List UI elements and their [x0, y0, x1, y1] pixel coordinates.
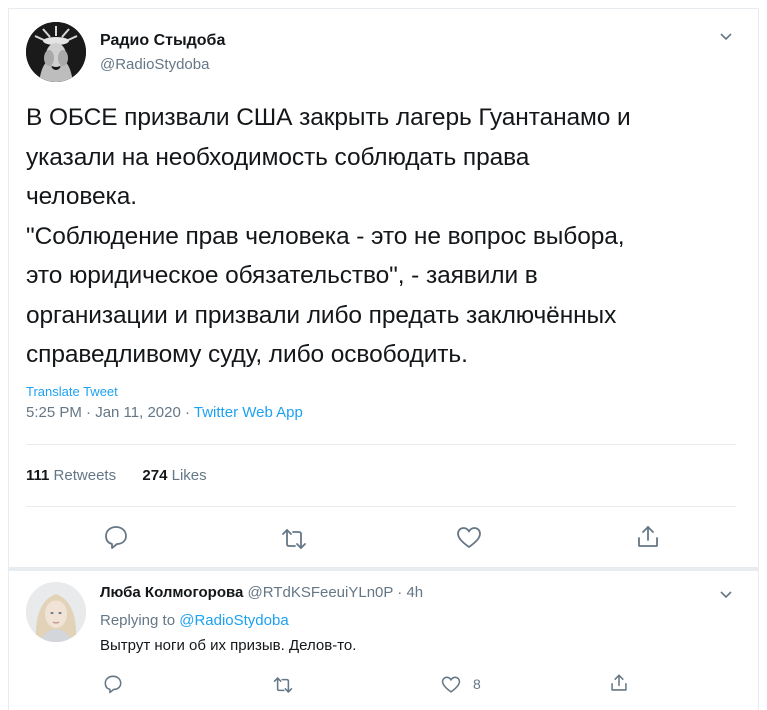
author-handle[interactable]: @RadioStydoba [100, 56, 209, 73]
heart-icon[interactable] [456, 525, 482, 551]
tweet-timestamp: 5:25 PM · Jan 11, 2020 · Twitter Web App [26, 404, 303, 421]
retweet-icon[interactable] [281, 526, 307, 552]
reply-icon[interactable] [103, 674, 123, 694]
meta-dot: · [393, 584, 407, 601]
reply-text: Вытрут ноги об их призыв. Делов-то. [100, 637, 357, 654]
reply-header: Люба Колмогорова @RTdKSFeeuiYLn0P · 4h [100, 584, 423, 601]
divider [26, 506, 736, 507]
source-app-link[interactable]: Twitter Web App [194, 404, 303, 421]
engagement-stats: 111 Retweets 274 Likes [26, 467, 207, 484]
share-icon[interactable] [609, 673, 629, 693]
translate-link[interactable]: Translate Tweet [26, 384, 118, 399]
retweets-count: 111 [26, 467, 50, 484]
reply-age[interactable]: 4h [406, 584, 423, 601]
share-icon[interactable] [635, 524, 661, 550]
chevron-down-icon[interactable] [718, 586, 734, 602]
replying-to-handle[interactable]: @RadioStydoba [179, 612, 288, 629]
section-divider [9, 567, 758, 571]
heart-icon[interactable] [441, 675, 461, 695]
reply-author-name[interactable]: Люба Колмогорова [100, 584, 243, 601]
divider [26, 444, 736, 445]
likes-stat[interactable]: 274 Likes [142, 467, 206, 484]
retweets-label: Retweets [53, 467, 117, 484]
retweet-icon[interactable] [273, 675, 293, 695]
likes-label: Likes [171, 467, 207, 484]
replying-prefix: Replying to [100, 612, 180, 629]
reply-icon[interactable] [103, 524, 129, 550]
tweet-time[interactable]: 5:25 PM · Jan 11, 2020 · [26, 404, 194, 421]
reply-like-count: 8 [473, 676, 481, 692]
chevron-down-icon[interactable] [718, 28, 734, 44]
reply-author-avatar[interactable] [26, 582, 86, 642]
tweet-text: В ОБСЕ призвали США закрыть лагерь Гуант… [26, 104, 631, 368]
retweets-stat[interactable]: 111 Retweets [26, 467, 116, 484]
author-avatar[interactable] [26, 22, 86, 82]
likes-count: 274 [142, 467, 168, 484]
author-name[interactable]: Радио Стыдоба [100, 32, 225, 50]
replying-to: Replying to @RadioStydoba [100, 612, 289, 629]
reply-author-handle[interactable]: @RTdKSFeeuiYLn0P [248, 584, 394, 601]
